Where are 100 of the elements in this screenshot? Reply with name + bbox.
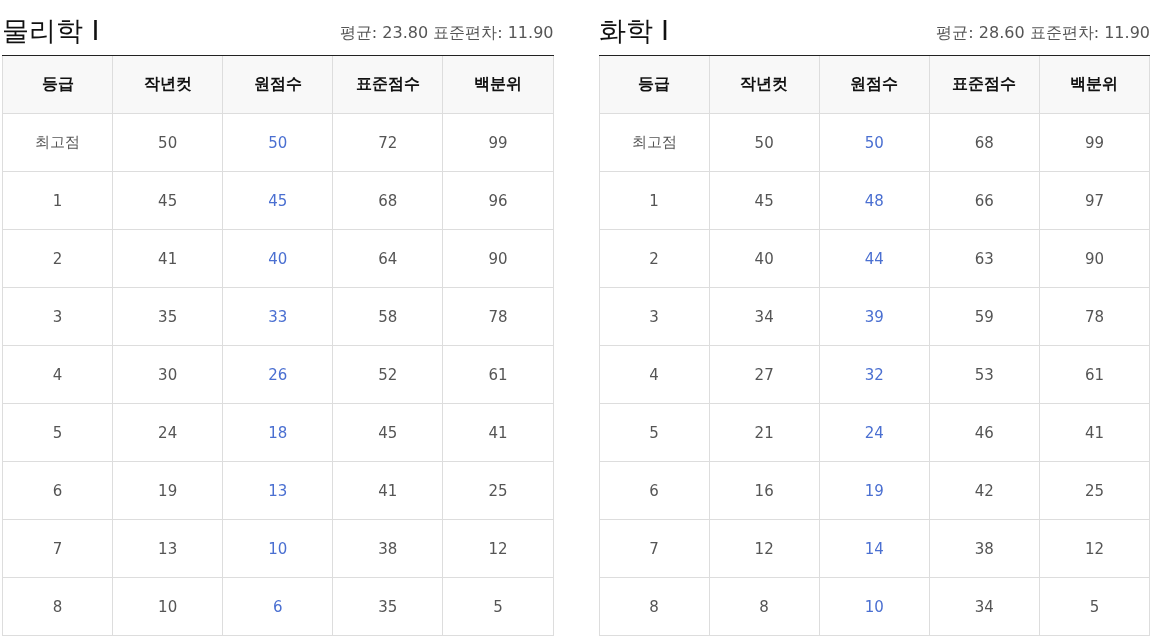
table-cell: 45 bbox=[332, 403, 443, 462]
column-header: 표준점수 bbox=[332, 56, 443, 114]
table-cell: 34 bbox=[709, 287, 820, 346]
column-header: 백분위 bbox=[442, 56, 553, 114]
table-cell: 최고점 bbox=[2, 113, 113, 172]
table-cell: 59 bbox=[929, 287, 1040, 346]
table-cell: 21 bbox=[709, 403, 820, 462]
table-cell: 10 bbox=[819, 577, 930, 636]
table-cell: 8 bbox=[599, 577, 710, 636]
table-cell: 1 bbox=[599, 171, 710, 230]
table-cell: 78 bbox=[442, 287, 553, 346]
column-header: 작년컷 bbox=[112, 56, 223, 114]
table-cell: 41 bbox=[112, 229, 223, 288]
table-cell: 6 bbox=[222, 577, 333, 636]
table-cell: 33 bbox=[222, 287, 333, 346]
table-cell: 58 bbox=[332, 287, 443, 346]
column-header: 백분위 bbox=[1039, 56, 1150, 114]
table-cell: 40 bbox=[709, 229, 820, 288]
table-cell: 16 bbox=[709, 461, 820, 520]
table-cell: 5 bbox=[1039, 577, 1150, 636]
table-cell: 30 bbox=[112, 345, 223, 404]
table-cell: 53 bbox=[929, 345, 1040, 404]
column-header: 원점수 bbox=[222, 56, 333, 114]
table-cell: 50 bbox=[112, 113, 223, 172]
table-cell: 35 bbox=[112, 287, 223, 346]
table-cell: 45 bbox=[112, 171, 223, 230]
table-cell: 34 bbox=[929, 577, 1040, 636]
table-cell: 41 bbox=[1039, 403, 1150, 462]
table-cell: 39 bbox=[819, 287, 930, 346]
table-cell: 90 bbox=[1039, 229, 1150, 288]
table-cell: 45 bbox=[709, 171, 820, 230]
table-cell: 26 bbox=[222, 345, 333, 404]
column-header: 원점수 bbox=[819, 56, 930, 114]
table-cell: 10 bbox=[112, 577, 223, 636]
score-stats: 평균: 28.60 표준편차: 11.90 bbox=[936, 23, 1150, 44]
table-cell: 25 bbox=[442, 461, 553, 520]
table-cell: 최고점 bbox=[599, 113, 710, 172]
table-cell: 24 bbox=[112, 403, 223, 462]
subject-title: 물리학 Ⅰ bbox=[2, 17, 100, 44]
table-cell: 10 bbox=[222, 519, 333, 578]
table-cell: 97 bbox=[1039, 171, 1150, 230]
table-cell: 32 bbox=[819, 345, 930, 404]
table-cell: 5 bbox=[442, 577, 553, 636]
table-cell: 42 bbox=[929, 461, 1040, 520]
table-cell: 44 bbox=[819, 229, 930, 288]
table-cell: 99 bbox=[442, 113, 553, 172]
table-cell: 19 bbox=[112, 461, 223, 520]
table-cell: 50 bbox=[222, 113, 333, 172]
table-cell: 6 bbox=[2, 461, 113, 520]
table-cell: 5 bbox=[2, 403, 113, 462]
table-cell: 61 bbox=[1039, 345, 1150, 404]
table-cell: 1 bbox=[2, 171, 113, 230]
table-cell: 8 bbox=[709, 577, 820, 636]
table-cell: 13 bbox=[112, 519, 223, 578]
table-cell: 52 bbox=[332, 345, 443, 404]
table-cell: 61 bbox=[442, 345, 553, 404]
table-cell: 25 bbox=[1039, 461, 1150, 520]
table-cell: 41 bbox=[442, 403, 553, 462]
table-cell: 46 bbox=[929, 403, 1040, 462]
table-cell: 72 bbox=[332, 113, 443, 172]
table-cell: 45 bbox=[222, 171, 333, 230]
table-cell: 8 bbox=[2, 577, 113, 636]
table-cell: 38 bbox=[929, 519, 1040, 578]
table-cell: 78 bbox=[1039, 287, 1150, 346]
table-cell: 41 bbox=[332, 461, 443, 520]
table-cell: 12 bbox=[442, 519, 553, 578]
table-cell: 48 bbox=[819, 171, 930, 230]
table-cell: 3 bbox=[2, 287, 113, 346]
table-cell: 7 bbox=[599, 519, 710, 578]
table-cell: 66 bbox=[929, 171, 1040, 230]
table-cell: 14 bbox=[819, 519, 930, 578]
table-cell: 38 bbox=[332, 519, 443, 578]
table-cell: 18 bbox=[222, 403, 333, 462]
table-cell: 4 bbox=[599, 345, 710, 404]
table-cell: 99 bbox=[1039, 113, 1150, 172]
table-cell: 96 bbox=[442, 171, 553, 230]
table-cell: 68 bbox=[332, 171, 443, 230]
table-cell: 19 bbox=[819, 461, 930, 520]
column-header: 작년컷 bbox=[709, 56, 820, 114]
subject-title: 화학 Ⅰ bbox=[598, 17, 670, 44]
table-cell: 90 bbox=[442, 229, 553, 288]
score-stats: 평균: 23.80 표준편차: 11.90 bbox=[339, 23, 554, 44]
table-cell: 50 bbox=[819, 113, 930, 172]
table-cell: 63 bbox=[929, 229, 1040, 288]
table-cell: 6 bbox=[599, 461, 710, 520]
table-cell: 12 bbox=[1039, 519, 1150, 578]
table-cell: 4 bbox=[2, 345, 113, 404]
column-header: 등급 bbox=[599, 56, 710, 114]
table-cell: 27 bbox=[709, 345, 820, 404]
table-cell: 13 bbox=[222, 461, 333, 520]
table-cell: 12 bbox=[709, 519, 820, 578]
column-header: 등급 bbox=[2, 56, 113, 114]
table-cell: 2 bbox=[2, 229, 113, 288]
table-cell: 2 bbox=[599, 229, 710, 288]
table-cell: 40 bbox=[222, 229, 333, 288]
table-cell: 5 bbox=[599, 403, 710, 462]
table-cell: 68 bbox=[929, 113, 1040, 172]
table-cell: 24 bbox=[819, 403, 930, 462]
table-cell: 50 bbox=[709, 113, 820, 172]
table-cell: 64 bbox=[332, 229, 443, 288]
